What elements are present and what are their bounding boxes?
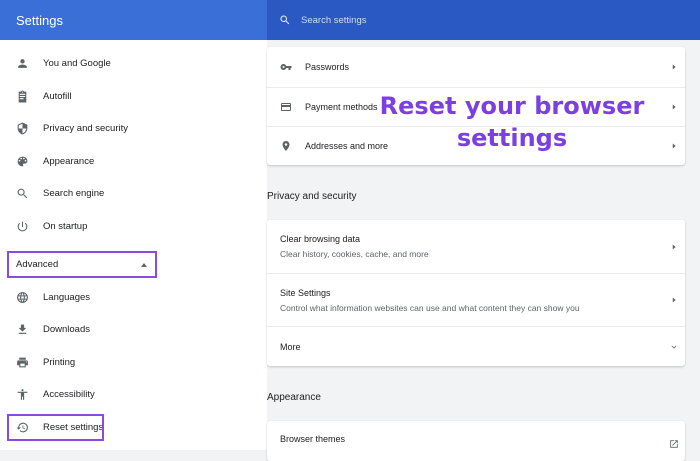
- appearance-section-title: Appearance: [267, 392, 321, 403]
- sidebar-item-autofill[interactable]: Autofill: [0, 83, 250, 109]
- clipboard-icon: [16, 90, 29, 103]
- sidebar-item-languages[interactable]: Languages: [0, 284, 250, 310]
- privacy-card: Clear browsing data Clear history, cooki…: [267, 220, 685, 366]
- chevron-right-icon: [669, 62, 679, 72]
- person-icon: [16, 57, 29, 70]
- sidebar-item-label: Languages: [43, 291, 91, 303]
- location-pin-icon: [280, 140, 292, 152]
- row-label: Clear browsing data: [280, 234, 361, 244]
- overlay-caption: Reset your browser settings: [372, 90, 652, 154]
- sidebar-item-label: Accessibility: [43, 388, 95, 400]
- accessibility-icon: [16, 388, 29, 401]
- page-title: Settings: [16, 12, 63, 28]
- row-label: Passwords: [305, 62, 350, 72]
- sidebar: You and Google Autofill Privacy and secu…: [0, 40, 267, 450]
- sidebar-item-printing[interactable]: Printing: [0, 349, 250, 375]
- row-sublabel: Control what information websites can us…: [280, 302, 580, 313]
- sidebar-item-search-engine[interactable]: Search engine: [0, 180, 250, 206]
- sidebar-item-appearance[interactable]: Appearance: [0, 148, 250, 174]
- sidebar-item-on-startup[interactable]: On startup: [0, 213, 250, 239]
- advanced-toggle[interactable]: Advanced: [7, 251, 157, 278]
- overlay-line-1: Reset your browser: [379, 92, 645, 120]
- search-input[interactable]: [299, 13, 663, 27]
- row-sublabel: Clear history, cookies, cache, and more: [280, 249, 429, 259]
- browser-themes-row[interactable]: Browser themes: [267, 421, 685, 457]
- globe-icon: [16, 291, 29, 304]
- chevron-right-icon: [669, 295, 679, 305]
- site-settings-row[interactable]: Site Settings Control what information w…: [267, 273, 685, 326]
- reset-settings-highlight: [7, 414, 104, 441]
- sidebar-item-label: On startup: [43, 220, 88, 232]
- sidebar-item-accessibility[interactable]: Accessibility: [0, 381, 250, 407]
- chevron-right-icon: [669, 102, 679, 112]
- top-bar: Settings: [0, 0, 700, 40]
- passwords-row[interactable]: Passwords: [267, 47, 685, 87]
- external-link-icon: [669, 439, 679, 449]
- key-icon: [280, 61, 292, 73]
- chevron-right-icon: [669, 242, 679, 252]
- privacy-section-title: Privacy and security: [267, 191, 357, 202]
- sidebar-item-label: Printing: [43, 356, 76, 368]
- printer-icon: [16, 356, 29, 369]
- sidebar-item-you-and-google[interactable]: You and Google: [0, 50, 250, 76]
- sidebar-item-label: Autofill: [43, 90, 72, 102]
- search-icon: [16, 187, 29, 200]
- sidebar-item-label: You and Google: [43, 57, 111, 69]
- search-icon: [279, 14, 291, 26]
- overlay-line-2: settings: [456, 124, 568, 152]
- row-label: Site Settings: [280, 287, 331, 298]
- more-row[interactable]: More: [267, 326, 685, 366]
- sidebar-item-downloads[interactable]: Downloads: [0, 316, 250, 342]
- row-label: Payment methods: [305, 102, 378, 112]
- chevron-right-icon: [669, 141, 679, 151]
- sidebar-item-label: Downloads: [43, 323, 90, 335]
- appearance-card: Browser themes: [267, 421, 685, 461]
- search-box[interactable]: [267, 0, 700, 40]
- credit-card-icon: [280, 101, 292, 113]
- sidebar-item-label: Privacy and security: [43, 122, 129, 134]
- chevron-up-icon: [141, 262, 147, 267]
- clear-browsing-data-row[interactable]: Clear browsing data Clear history, cooki…: [267, 220, 685, 273]
- palette-icon: [16, 155, 29, 168]
- chevron-down-icon: [669, 342, 679, 352]
- shield-icon: [16, 122, 29, 135]
- advanced-label: Advanced: [16, 259, 59, 270]
- sidebar-item-label: Appearance: [43, 155, 95, 167]
- download-icon: [16, 323, 29, 336]
- power-icon: [16, 220, 29, 233]
- sidebar-item-label: Search engine: [43, 187, 105, 199]
- sidebar-item-privacy-and-security[interactable]: Privacy and security: [0, 115, 250, 141]
- row-label: Browser themes: [280, 434, 346, 444]
- row-label: More: [280, 341, 301, 352]
